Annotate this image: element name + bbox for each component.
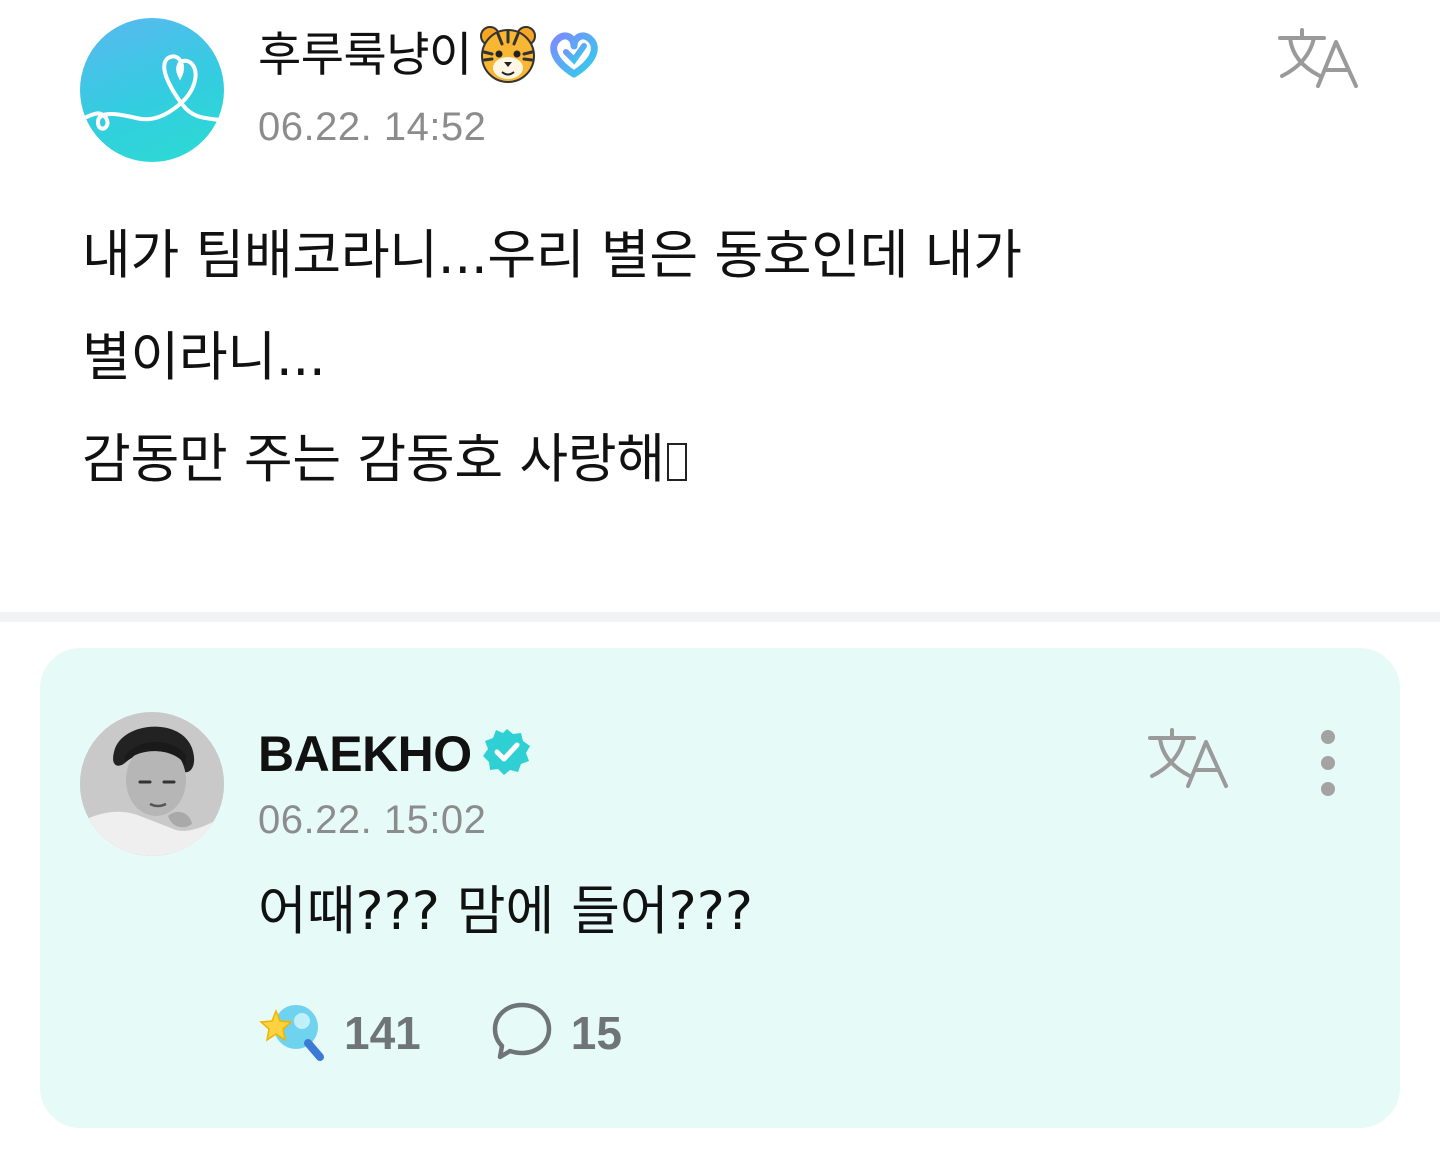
post-line: 감동만 주는 감동호 사랑해 <box>82 429 665 490</box>
artist-author-row: BAEKHO <box>258 722 532 786</box>
artist-reply-card: BAEKHO 06.22. 15:02 어때??? 맘에 들어??? 141 1… <box>40 648 1400 1128</box>
tiger-face-icon <box>476 22 540 90</box>
heart-line-avatar-icon <box>82 54 222 131</box>
reply-timestamp: 06.22. 15:02 <box>258 798 487 842</box>
translate-icon[interactable] <box>1146 726 1230 790</box>
membership-heart-badge-icon <box>544 24 604 88</box>
artist-name[interactable]: BAEKHO <box>258 722 472 786</box>
like-button[interactable]: 141 <box>258 999 421 1067</box>
post-line: 별이라니... <box>82 327 326 388</box>
fan-author-name[interactable]: 후루룩냥이 <box>258 24 472 88</box>
section-divider <box>0 612 1440 622</box>
translate-icon[interactable] <box>1276 26 1360 90</box>
fan-post-body: 내가 팀배코라니...우리 별은 동호인데 내가 별이라니... 감동만 주는 … <box>82 205 1362 511</box>
comment-button[interactable]: 15 <box>491 1000 622 1066</box>
more-vertical-icon[interactable] <box>1308 728 1348 798</box>
artist-photo-icon <box>80 712 224 856</box>
speech-bubble-icon <box>491 1000 553 1066</box>
post-line: 내가 팀배코라니...우리 별은 동호인데 내가 <box>82 225 1022 286</box>
missing-glyph-icon <box>666 443 687 481</box>
fan-post-timestamp: 06.22. 14:52 <box>258 105 487 149</box>
fan-post: 후루룩냥이 06.22. 14:52 내가 팀배코라니...우리 별은 동호인데… <box>0 0 1440 612</box>
comment-count: 15 <box>570 1007 622 1059</box>
fan-avatar[interactable] <box>80 18 224 162</box>
reply-stats: 141 15 <box>258 998 622 1068</box>
artist-avatar[interactable] <box>80 712 224 856</box>
fan-author-row: 후루룩냥이 <box>258 24 604 88</box>
reply-text: 어때??? 맘에 들어??? <box>258 881 754 942</box>
like-count: 141 <box>344 1007 421 1059</box>
lightstick-star-icon <box>258 999 326 1067</box>
verified-badge-icon <box>482 727 532 781</box>
